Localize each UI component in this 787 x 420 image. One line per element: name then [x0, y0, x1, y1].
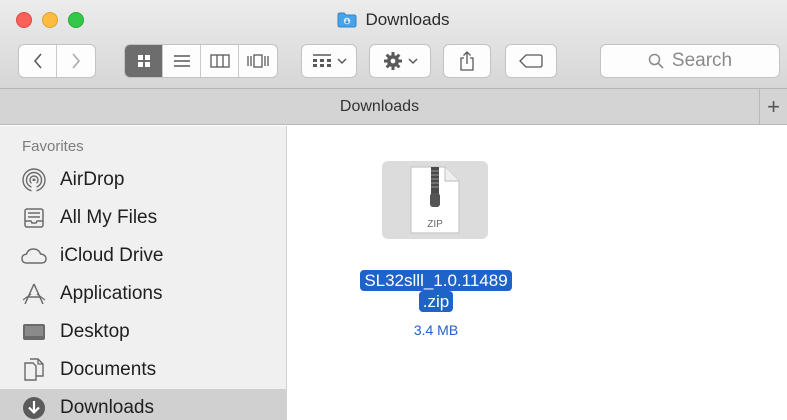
sidebar-item-icloud-drive[interactable]: iCloud Drive [0, 237, 286, 275]
arrange-button[interactable] [301, 44, 357, 78]
sidebar-item-airdrop[interactable]: AirDrop [0, 161, 286, 199]
sidebar-item-label: Applications [60, 283, 163, 304]
window-titlebar: Downloads Search [0, 0, 787, 89]
desktop-icon [20, 318, 48, 346]
search-placeholder: Search [671, 50, 733, 71]
file-name-line-1: SL32slll_1.0.11489 [360, 270, 512, 291]
tab-label: Downloads [339, 98, 420, 115]
cover-flow-button[interactable] [239, 45, 277, 77]
file-name[interactable]: SL32slll_1.0.11489 .zip [351, 270, 521, 312]
nav-buttons [18, 44, 96, 78]
chevron-down-icon [336, 58, 347, 65]
toolbar: Search [0, 44, 787, 78]
file-name-line-2: .zip [418, 291, 454, 312]
sidebar-item-label: Documents [60, 359, 157, 380]
tab-downloads[interactable]: Downloads [0, 89, 760, 125]
sidebar-item-label: All My Files [60, 207, 158, 228]
applications-icon [20, 280, 48, 308]
column-view-icon [209, 54, 230, 68]
list-view-icon [173, 55, 190, 67]
file-browser-content: ZIP SL32slll_1.0.11489 .zip 3.4 MB [287, 126, 787, 420]
plus-icon: + [767, 94, 780, 119]
share-button[interactable] [443, 44, 491, 78]
back-button[interactable] [19, 45, 57, 77]
search-icon [648, 53, 664, 69]
gear-icon [383, 52, 402, 70]
tab-bar: Downloads + [0, 89, 787, 125]
sidebar-section-favorites: Favorites [22, 138, 84, 155]
tags-button[interactable] [505, 44, 557, 78]
chevron-left-icon [33, 53, 42, 69]
search-field[interactable]: Search [600, 44, 780, 78]
sidebar-item-all-my-files[interactable]: All My Files [0, 199, 286, 237]
view-mode-segment [124, 44, 278, 78]
new-tab-button[interactable]: + [760, 89, 787, 125]
documents-icon [20, 356, 48, 384]
column-view-button[interactable] [201, 45, 239, 77]
downloads-icon [20, 394, 48, 420]
window-title: Downloads [0, 10, 787, 30]
sidebar-item-label: AirDrop [60, 169, 125, 190]
zip-type-label: ZIP [427, 219, 443, 230]
forward-button[interactable] [57, 45, 95, 77]
sidebar-item-applications[interactable]: Applications [0, 275, 286, 313]
cover-flow-icon [247, 54, 269, 68]
sidebar-item-label: Desktop [60, 321, 130, 342]
sidebar-item-label: Downloads [60, 397, 154, 418]
share-icon [460, 51, 474, 71]
zip-file-item[interactable]: ZIP [382, 161, 488, 239]
chevron-right-icon [72, 53, 81, 69]
file-size: 3.4 MB [413, 322, 459, 338]
tag-icon [519, 54, 543, 68]
airdrop-icon [20, 166, 48, 194]
chevron-down-icon [407, 58, 418, 65]
icloud-icon [20, 242, 48, 270]
window-title-text: Downloads [365, 10, 450, 29]
list-view-button[interactable] [163, 45, 201, 77]
sidebar-item-documents[interactable]: Documents [0, 351, 286, 389]
sidebar-item-downloads[interactable]: Downloads [0, 389, 286, 420]
icon-view-button[interactable] [125, 45, 163, 77]
action-button[interactable] [369, 44, 431, 78]
sidebar: Favorites AirDrop All My Files iCloud Dr… [0, 126, 287, 420]
icon-view-icon [137, 55, 150, 67]
sidebar-item-label: iCloud Drive [60, 245, 164, 266]
all-my-files-icon [20, 204, 48, 232]
zip-file-icon: ZIP [410, 166, 460, 234]
sidebar-item-desktop[interactable]: Desktop [0, 313, 286, 351]
downloads-folder-icon [337, 12, 357, 28]
arrange-icon [312, 54, 331, 67]
